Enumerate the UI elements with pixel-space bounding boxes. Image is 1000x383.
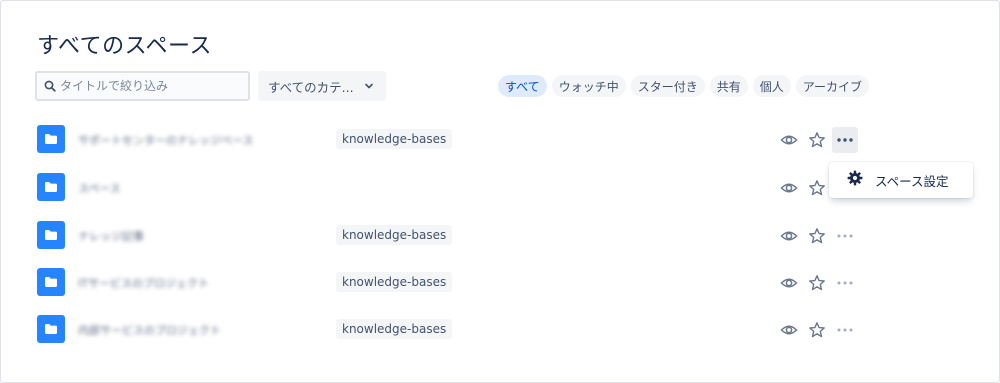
star-icon[interactable] <box>804 175 830 201</box>
space-name[interactable]: スペース <box>78 180 121 196</box>
star-icon[interactable] <box>804 317 830 343</box>
eye-icon[interactable] <box>776 317 802 343</box>
eye-icon[interactable] <box>776 223 802 249</box>
space-name[interactable]: サポートセンターのナレッジベース <box>78 132 253 148</box>
filter-starred[interactable]: スター付き <box>630 75 705 97</box>
more-actions-button[interactable] <box>832 317 858 343</box>
search-field[interactable] <box>35 71 250 101</box>
filter-watching[interactable]: ウォッチ中 <box>551 75 626 97</box>
folder-icon <box>37 315 65 343</box>
space-actions-menu[interactable]: スペース設定 <box>829 162 973 198</box>
category-tag[interactable]: knowledge-bases <box>336 225 453 245</box>
space-row[interactable]: ITサービスのプロジェクト knowledge-bases <box>0 268 1000 298</box>
space-settings-item[interactable]: スペース設定 <box>875 171 949 190</box>
filter-all[interactable]: すべて <box>498 75 547 97</box>
page-title: すべてのスペース <box>37 34 212 59</box>
star-icon[interactable] <box>804 270 830 296</box>
more-actions-button[interactable] <box>832 270 858 296</box>
space-name[interactable]: ナレッジ記事 <box>78 228 144 244</box>
folder-icon <box>37 268 65 296</box>
category-tag[interactable]: knowledge-bases <box>336 129 453 149</box>
filter-tabs: すべて ウォッチ中 スター付き 共有 個人 アーカイブ <box>498 75 870 97</box>
space-name[interactable]: 内部サービスのプロジェクト <box>78 322 221 338</box>
eye-icon[interactable] <box>776 127 802 153</box>
search-input[interactable] <box>60 79 240 93</box>
category-dropdown[interactable]: すべてのカテ... <box>258 71 386 101</box>
chevron-down-icon <box>364 81 374 91</box>
space-row[interactable]: サポートセンターのナレッジベース knowledge-bases <box>0 125 1000 155</box>
folder-icon <box>37 221 65 249</box>
category-tag[interactable]: knowledge-bases <box>336 319 453 339</box>
eye-icon[interactable] <box>776 270 802 296</box>
folder-icon <box>37 173 65 201</box>
space-row[interactable]: 内部サービスのプロジェクト knowledge-bases <box>0 315 1000 345</box>
eye-icon[interactable] <box>776 175 802 201</box>
filter-personal[interactable]: 個人 <box>752 75 791 97</box>
filter-archived[interactable]: アーカイブ <box>795 75 870 97</box>
more-actions-button[interactable] <box>832 127 858 153</box>
space-row[interactable]: ナレッジ記事 knowledge-bases <box>0 221 1000 251</box>
filter-shared[interactable]: 共有 <box>709 75 748 97</box>
star-icon[interactable] <box>804 223 830 249</box>
more-actions-button[interactable] <box>832 223 858 249</box>
category-tag[interactable]: knowledge-bases <box>336 272 453 292</box>
space-name[interactable]: ITサービスのプロジェクト <box>78 275 209 291</box>
search-icon <box>40 80 60 92</box>
star-icon[interactable] <box>804 127 830 153</box>
category-label: すべてのカテ... <box>268 79 354 95</box>
folder-icon <box>37 125 65 153</box>
gear-icon <box>847 170 863 190</box>
